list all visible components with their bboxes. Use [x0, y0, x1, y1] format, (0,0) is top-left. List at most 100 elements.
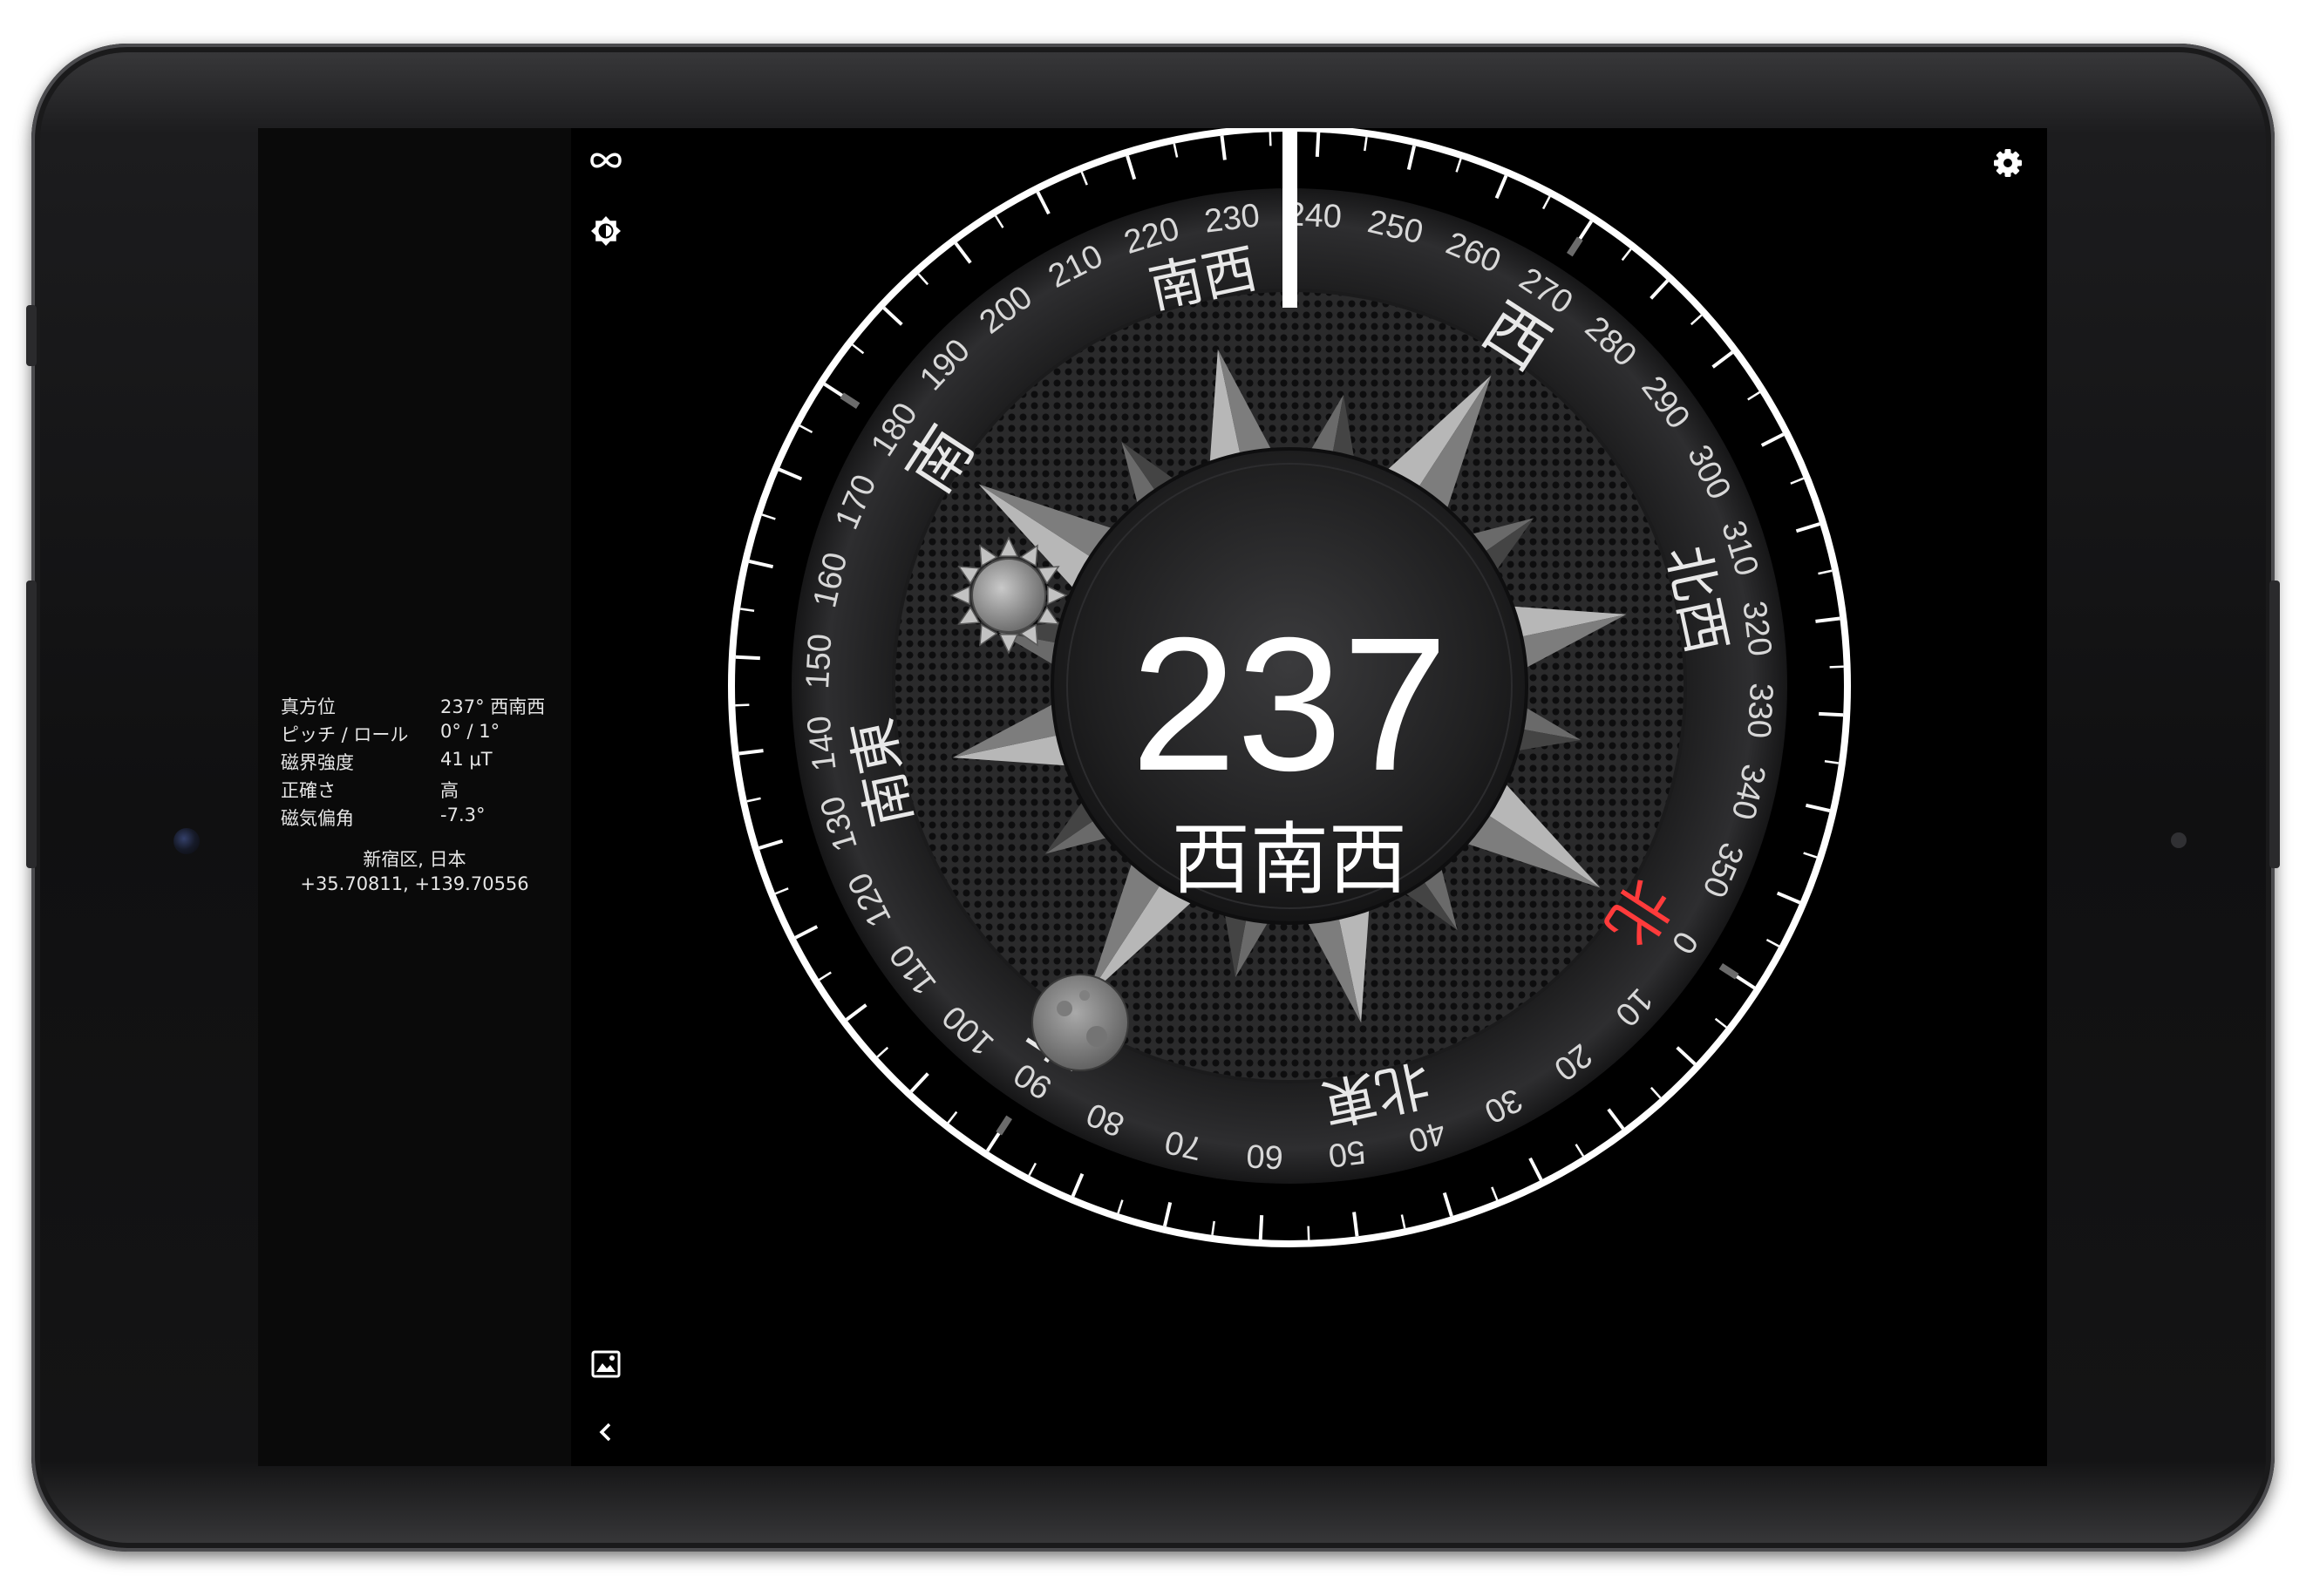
tick — [735, 703, 750, 707]
tick — [1126, 155, 1137, 180]
tick — [917, 273, 929, 286]
tick — [818, 971, 832, 981]
tick — [1028, 1162, 1037, 1177]
tick — [1352, 1212, 1359, 1237]
tick — [1117, 1199, 1124, 1214]
tick — [909, 1072, 929, 1093]
tick — [1829, 665, 1844, 669]
heading-degrees: 237 — [1131, 599, 1448, 811]
tick — [794, 925, 819, 940]
tick — [876, 1046, 889, 1058]
tick — [1173, 143, 1179, 158]
tick — [735, 655, 760, 661]
degree-label: 50 — [1326, 1133, 1367, 1174]
degree-label: 140 — [800, 714, 843, 773]
tick — [1805, 803, 1831, 813]
tick — [985, 1129, 1003, 1152]
tick — [1575, 1144, 1585, 1158]
tick — [1211, 1220, 1215, 1235]
tick — [852, 343, 865, 355]
tick — [1541, 195, 1551, 210]
tick — [1036, 191, 1051, 215]
tick — [761, 513, 776, 520]
infinity-icon — [590, 153, 622, 168]
power-button — [26, 305, 37, 366]
tick — [758, 839, 784, 850]
tick — [1690, 314, 1703, 326]
tick — [1803, 852, 1818, 859]
axis-tick — [840, 392, 860, 410]
brightness-button[interactable] — [587, 212, 625, 250]
tick — [1732, 973, 1756, 990]
degree-label: 60 — [1246, 1137, 1284, 1175]
gallery-button[interactable] — [587, 1345, 625, 1383]
front-camera — [173, 828, 200, 854]
tick — [1494, 174, 1508, 200]
tick — [1714, 1017, 1727, 1029]
tick — [1442, 1192, 1453, 1217]
heading-direction: 西南西 — [1172, 814, 1407, 906]
volume-button — [26, 581, 37, 868]
brightness-icon — [591, 216, 621, 246]
tick — [774, 887, 789, 895]
tick — [1747, 391, 1761, 401]
gear-icon — [1994, 149, 2022, 177]
tick — [778, 467, 803, 481]
tick — [1162, 1201, 1173, 1227]
tick — [1071, 1172, 1085, 1198]
back-button[interactable] — [587, 1413, 625, 1451]
tick — [1607, 1108, 1625, 1131]
tick — [738, 749, 764, 756]
axis-tick — [1566, 236, 1583, 257]
tick — [1406, 145, 1417, 171]
moon-icon — [1031, 974, 1129, 1071]
side-button-right — [2269, 581, 2280, 868]
heading-indicator — [1282, 128, 1297, 308]
tick — [799, 424, 813, 434]
moon-marker — [1031, 974, 1129, 1071]
tick — [1650, 279, 1670, 300]
tick — [1818, 569, 1833, 575]
tick — [1400, 1214, 1406, 1229]
tick — [1676, 1046, 1697, 1066]
image-icon — [591, 1350, 621, 1378]
tick — [1795, 522, 1820, 533]
tick — [1576, 220, 1594, 243]
tick — [1765, 938, 1780, 947]
tick — [1824, 760, 1839, 764]
degree-label: 330 — [1740, 683, 1779, 740]
settings-button[interactable] — [1989, 144, 2027, 182]
proximity-sensor — [2171, 832, 2187, 848]
tick — [1315, 132, 1321, 157]
tick — [954, 241, 972, 264]
tick — [1650, 1086, 1662, 1099]
tick — [1269, 132, 1272, 146]
tick — [1528, 1157, 1543, 1181]
tick — [1621, 248, 1632, 261]
tick — [845, 1003, 867, 1022]
tick — [1258, 1215, 1264, 1240]
tick — [1760, 432, 1785, 447]
tick — [1819, 711, 1844, 717]
tick — [746, 797, 761, 803]
tick — [1080, 171, 1088, 186]
axis-tick — [1718, 962, 1739, 980]
tick — [1815, 616, 1840, 623]
tick — [823, 382, 847, 399]
tick — [1790, 477, 1805, 485]
axis-tick — [996, 1115, 1013, 1136]
degree-label: 230 — [1202, 197, 1262, 240]
infinity-button[interactable] — [587, 141, 625, 180]
tick — [947, 1110, 958, 1124]
tick — [994, 214, 1004, 228]
compass-dial: 0102030405060708090100110120130140150160… — [728, 128, 1851, 1247]
chevron-left-icon — [599, 1423, 611, 1442]
tick — [1491, 1186, 1499, 1201]
tick — [740, 608, 755, 612]
tick — [1220, 135, 1227, 160]
degree-label: 150 — [799, 633, 839, 690]
tick — [1711, 350, 1734, 369]
degree-label: 320 — [1735, 599, 1778, 658]
app-screen: 真方位 237° 西南西 ピッチ / ロール 0° / 1° 磁界強度 41 μ… — [258, 128, 2047, 1466]
tick — [882, 306, 903, 326]
